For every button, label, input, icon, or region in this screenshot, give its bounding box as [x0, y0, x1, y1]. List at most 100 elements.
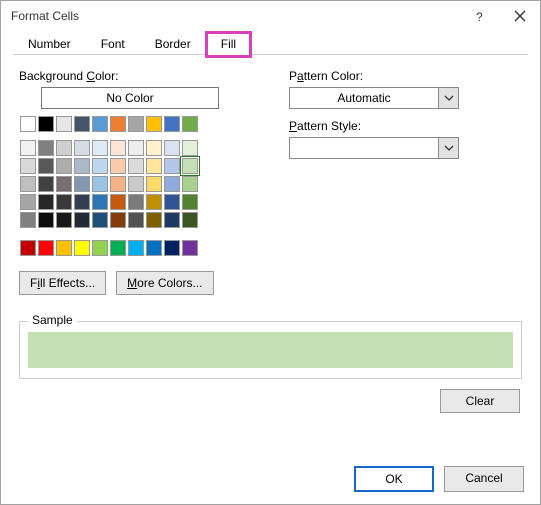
color-swatch[interactable]: [38, 116, 54, 132]
svg-text:?: ?: [476, 10, 483, 23]
color-swatch[interactable]: [110, 194, 126, 210]
more-colors-button[interactable]: More Colors...: [116, 271, 213, 295]
color-swatch[interactable]: [92, 194, 108, 210]
sample-fieldset: Sample: [19, 321, 522, 379]
color-swatch[interactable]: [74, 176, 90, 192]
tab-fill[interactable]: Fill: [206, 32, 251, 55]
color-swatch[interactable]: [56, 240, 72, 256]
color-swatch[interactable]: [92, 240, 108, 256]
color-swatch[interactable]: [110, 158, 126, 174]
color-swatch[interactable]: [74, 194, 90, 210]
color-swatch[interactable]: [92, 212, 108, 228]
color-swatch[interactable]: [20, 212, 36, 228]
color-swatch[interactable]: [146, 212, 162, 228]
no-color-button[interactable]: No Color: [41, 87, 219, 109]
color-swatch[interactable]: [110, 140, 126, 156]
color-swatch[interactable]: [38, 158, 54, 174]
color-swatch[interactable]: [164, 116, 180, 132]
color-swatch[interactable]: [164, 176, 180, 192]
color-swatch[interactable]: [182, 212, 198, 228]
pattern-color-dropdown[interactable]: Automatic: [289, 87, 459, 109]
dialog-body: Background Color: No Color Fill Effects.…: [1, 55, 540, 423]
fill-effects-button[interactable]: Fill Effects...: [19, 271, 106, 295]
color-swatch[interactable]: [20, 140, 36, 156]
color-swatch[interactable]: [38, 240, 54, 256]
pattern-color-label: Pattern Color:: [289, 69, 522, 83]
tab-border[interactable]: Border: [140, 32, 206, 55]
color-swatch[interactable]: [56, 158, 72, 174]
pattern-style-label: Pattern Style:: [289, 119, 522, 133]
color-swatch[interactable]: [182, 176, 198, 192]
color-swatch[interactable]: [164, 240, 180, 256]
color-swatch[interactable]: [164, 158, 180, 174]
tab-number[interactable]: Number: [13, 32, 86, 55]
background-color-label: Background Color:: [19, 69, 249, 83]
clear-button[interactable]: Clear: [440, 389, 520, 413]
tab-strip: NumberFontBorderFill: [13, 31, 528, 55]
color-swatch[interactable]: [128, 212, 144, 228]
close-icon[interactable]: [500, 1, 540, 31]
cancel-button[interactable]: Cancel: [444, 466, 524, 492]
ok-button[interactable]: OK: [354, 466, 434, 492]
color-swatch[interactable]: [74, 140, 90, 156]
color-swatch[interactable]: [128, 140, 144, 156]
color-swatch[interactable]: [74, 116, 90, 132]
color-swatch[interactable]: [20, 158, 36, 174]
color-swatch[interactable]: [38, 140, 54, 156]
color-swatch[interactable]: [164, 140, 180, 156]
theme-color-row: [19, 115, 199, 133]
chevron-down-icon: [438, 88, 458, 108]
sample-label: Sample: [28, 313, 77, 327]
color-swatch[interactable]: [128, 240, 144, 256]
color-swatch[interactable]: [164, 194, 180, 210]
color-swatch[interactable]: [146, 116, 162, 132]
color-swatch[interactable]: [20, 116, 36, 132]
color-swatch[interactable]: [128, 194, 144, 210]
color-swatch[interactable]: [128, 176, 144, 192]
color-swatch[interactable]: [20, 240, 36, 256]
format-cells-dialog: Format Cells ? NumberFontBorderFill Back…: [0, 0, 541, 505]
color-swatch[interactable]: [110, 116, 126, 132]
color-swatch[interactable]: [92, 116, 108, 132]
color-swatch[interactable]: [20, 194, 36, 210]
color-swatch[interactable]: [92, 140, 108, 156]
color-swatch[interactable]: [164, 212, 180, 228]
color-swatch[interactable]: [182, 158, 198, 174]
color-swatch[interactable]: [182, 240, 198, 256]
color-swatch[interactable]: [146, 194, 162, 210]
help-icon[interactable]: ?: [460, 1, 500, 31]
color-swatch[interactable]: [92, 176, 108, 192]
color-swatch[interactable]: [146, 240, 162, 256]
color-swatch[interactable]: [20, 176, 36, 192]
color-swatch[interactable]: [38, 176, 54, 192]
dialog-footer: OK Cancel: [354, 466, 524, 492]
color-swatch[interactable]: [92, 158, 108, 174]
theme-color-grid: [19, 139, 199, 229]
color-swatch[interactable]: [110, 240, 126, 256]
color-swatch[interactable]: [146, 176, 162, 192]
tab-font[interactable]: Font: [86, 32, 140, 55]
color-swatch[interactable]: [74, 240, 90, 256]
color-swatch[interactable]: [74, 212, 90, 228]
pattern-style-value: [290, 138, 438, 158]
color-swatch[interactable]: [74, 158, 90, 174]
color-swatch[interactable]: [110, 176, 126, 192]
color-swatch[interactable]: [128, 158, 144, 174]
color-swatch[interactable]: [38, 194, 54, 210]
color-swatch[interactable]: [146, 158, 162, 174]
color-swatch[interactable]: [182, 194, 198, 210]
titlebar: Format Cells ?: [1, 1, 540, 31]
color-swatch[interactable]: [56, 140, 72, 156]
color-swatch[interactable]: [110, 212, 126, 228]
color-swatch[interactable]: [56, 212, 72, 228]
color-swatch[interactable]: [128, 116, 144, 132]
color-swatch[interactable]: [182, 140, 198, 156]
color-swatch[interactable]: [56, 176, 72, 192]
color-swatch[interactable]: [56, 116, 72, 132]
sample-swatch: [28, 332, 513, 368]
color-swatch[interactable]: [38, 212, 54, 228]
color-swatch[interactable]: [56, 194, 72, 210]
color-swatch[interactable]: [146, 140, 162, 156]
color-swatch[interactable]: [182, 116, 198, 132]
pattern-style-dropdown[interactable]: [289, 137, 459, 159]
